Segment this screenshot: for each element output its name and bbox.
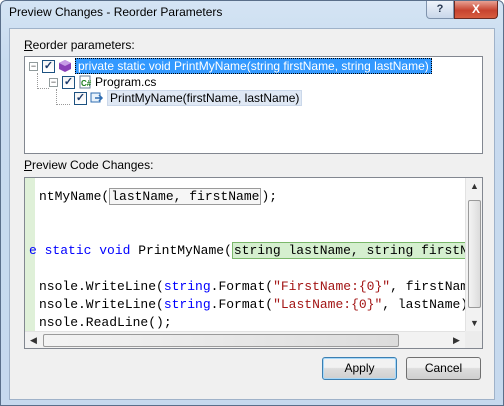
- horizontal-scrollbar[interactable]: ◀ ▶: [25, 331, 465, 348]
- code-token: lastName, firstName: [109, 188, 262, 205]
- code-token: nsole.ReadLine();: [39, 315, 172, 330]
- code-token: nsole.WriteLine(: [39, 279, 164, 294]
- code-line: nsole.WriteLine(string.Format("FirstName…: [39, 278, 465, 296]
- code-token: , lastName));: [382, 297, 465, 312]
- scroll-left-icon[interactable]: ◀: [25, 332, 42, 348]
- dialog-client-area: Reorder parameters: − ✓ private static v…: [9, 28, 495, 400]
- reference-icon: [90, 92, 104, 103]
- code-preview[interactable]: ntMyName(lastName, firstName); e static v…: [24, 177, 483, 349]
- horizontal-scroll-thumb[interactable]: [43, 334, 399, 347]
- checkbox-reference[interactable]: ✓: [74, 91, 87, 105]
- csharp-file-icon: C#: [79, 75, 92, 89]
- apply-button[interactable]: Apply: [322, 357, 397, 380]
- preview-code-changes-label: Preview Code Changes:: [24, 158, 154, 172]
- code-line: e static void PrintMyName(string lastNam…: [29, 242, 465, 260]
- code-token: void: [99, 243, 131, 258]
- vertical-scrollbar[interactable]: ▲ ▼: [465, 178, 482, 332]
- code-token: );: [261, 189, 278, 204]
- help-button[interactable]: ?: [426, 1, 454, 19]
- tree-item-file[interactable]: − ✓ C# Program.cs: [49, 74, 156, 90]
- title-bar: Preview Changes - Reorder Parameters ? X: [1, 1, 503, 23]
- scroll-corner: [465, 331, 482, 348]
- tree-item-reference[interactable]: ✓ PrintMyName(firstName, lastName): [74, 90, 303, 106]
- code-token: "LastName:{0}": [273, 297, 383, 312]
- scroll-down-icon[interactable]: ▼: [466, 315, 482, 332]
- code-token: PrintMyName(: [130, 243, 232, 258]
- code-token: .Format(: [210, 279, 274, 294]
- code-token: nsole.WriteLine(: [39, 297, 164, 312]
- svg-text:C#: C#: [81, 79, 92, 88]
- code-token: string: [163, 279, 211, 294]
- code-line: ntMyName(lastName, firstName);: [39, 188, 277, 206]
- scroll-right-icon[interactable]: ▶: [448, 332, 465, 348]
- code-token: e: [29, 243, 45, 258]
- code-line: nsole.ReadLine();: [39, 314, 172, 332]
- collapse-icon[interactable]: −: [49, 77, 58, 87]
- collapse-icon[interactable]: −: [29, 61, 38, 71]
- code-token: .Format(: [210, 297, 274, 312]
- code-token: string: [163, 297, 211, 312]
- tree-item-label: PrintMyName(firstName, lastName): [107, 90, 303, 106]
- vertical-scroll-thumb[interactable]: [468, 200, 481, 308]
- code-token: "FirstName:{0}": [273, 279, 391, 294]
- reorder-parameters-label: Reorder parameters:: [24, 38, 135, 52]
- method-icon: [59, 60, 71, 72]
- code-token: string lastName, string firstName: [231, 242, 465, 259]
- checkbox-file[interactable]: ✓: [62, 75, 75, 89]
- checkbox-method[interactable]: ✓: [42, 59, 55, 73]
- tree-item-label: Program.cs: [95, 75, 157, 89]
- cancel-button[interactable]: Cancel: [406, 357, 481, 380]
- code-token: static: [44, 243, 92, 258]
- code-token: ntMyName(: [39, 189, 110, 204]
- tree-item-label: private static void PrintMyName(string f…: [75, 58, 432, 74]
- dialog-window: Preview Changes - Reorder Parameters ? X…: [0, 0, 504, 406]
- code-token: , firstName));: [390, 279, 465, 294]
- code-line: nsole.WriteLine(string.Format("LastName:…: [39, 296, 465, 314]
- scroll-up-icon[interactable]: ▲: [466, 178, 482, 195]
- close-button[interactable]: X: [454, 1, 498, 19]
- code-preview-content: ntMyName(lastName, firstName); e static v…: [25, 178, 465, 332]
- reorder-parameters-tree[interactable]: − ✓ private static void PrintMyName(stri…: [24, 56, 483, 154]
- tree-item-method[interactable]: − ✓ private static void PrintMyName(stri…: [29, 58, 432, 74]
- window-title: Preview Changes - Reorder Parameters: [9, 5, 223, 19]
